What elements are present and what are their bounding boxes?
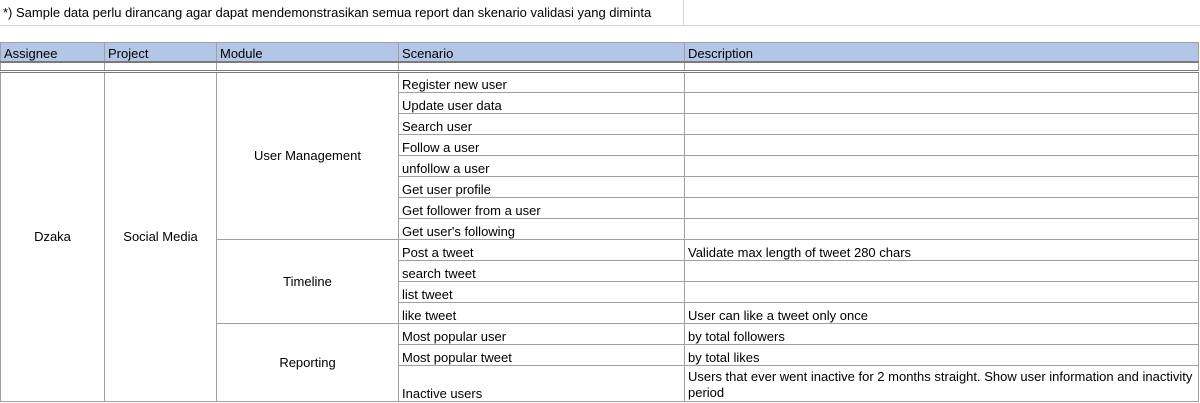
scenario-cell[interactable]: like tweet: [398, 302, 685, 324]
description-cell[interactable]: [684, 113, 1199, 135]
header-scenario[interactable]: Scenario: [398, 42, 685, 63]
sample-data-note[interactable]: *) Sample data perlu dirancang agar dapa…: [0, 0, 684, 25]
description-cell[interactable]: by total followers: [684, 323, 1199, 345]
module-cell-reporting[interactable]: Reporting: [216, 323, 399, 402]
header-module[interactable]: Module: [216, 42, 399, 63]
scenario-cell[interactable]: unfollow a user: [398, 155, 685, 177]
table-row: Dzaka Social Media User Management Regis…: [0, 71, 1199, 402]
scenario-cell[interactable]: Post a tweet: [398, 239, 685, 261]
header-row: Assignee Project Module Scenario Descrip…: [0, 42, 1199, 63]
description-cell[interactable]: [684, 155, 1199, 177]
scenario-cell[interactable]: search tweet: [398, 260, 685, 282]
description-cell[interactable]: [684, 281, 1199, 303]
scenario-cell[interactable]: Most popular tweet: [398, 344, 685, 366]
description-cell[interactable]: [684, 134, 1199, 156]
row-divider: [0, 25, 1200, 26]
description-cell[interactable]: [684, 218, 1199, 240]
scenario-cell[interactable]: Update user data: [398, 92, 685, 114]
scenario-cell[interactable]: Get user profile: [398, 176, 685, 198]
description-cell[interactable]: Validate max length of tweet 280 chars: [684, 239, 1199, 261]
description-cell[interactable]: [684, 71, 1199, 93]
spacer-row: [0, 61, 1199, 73]
description-cell[interactable]: Users that ever went inactive for 2 mont…: [684, 365, 1199, 402]
header-assignee[interactable]: Assignee: [0, 42, 105, 63]
description-cell[interactable]: [684, 176, 1199, 198]
assignee-cell[interactable]: Dzaka: [0, 71, 105, 402]
empty-cell[interactable]: [684, 61, 1199, 73]
module-cell-user-management[interactable]: User Management: [216, 71, 399, 240]
module-cell-timeline[interactable]: Timeline: [216, 239, 399, 324]
scenario-cell[interactable]: Search user: [398, 113, 685, 135]
empty-cell[interactable]: [104, 61, 217, 73]
empty-cell[interactable]: [398, 61, 685, 73]
header-project[interactable]: Project: [104, 42, 217, 63]
scenario-cell[interactable]: Register new user: [398, 71, 685, 93]
scenario-table: Assignee Project Module Scenario Descrip…: [0, 42, 1199, 402]
scenario-cell[interactable]: list tweet: [398, 281, 685, 303]
description-cell[interactable]: [684, 197, 1199, 219]
description-cell[interactable]: [684, 92, 1199, 114]
description-cell[interactable]: by total likes: [684, 344, 1199, 366]
project-cell[interactable]: Social Media: [104, 71, 217, 402]
description-cell[interactable]: [684, 260, 1199, 282]
empty-cell[interactable]: [0, 61, 105, 73]
scenario-cell[interactable]: Follow a user: [398, 134, 685, 156]
scenario-cell[interactable]: Get user's following: [398, 218, 685, 240]
description-cell[interactable]: User can like a tweet only once: [684, 302, 1199, 324]
header-description[interactable]: Description: [684, 42, 1199, 63]
scenario-cell[interactable]: Most popular user: [398, 323, 685, 345]
empty-cell[interactable]: [216, 61, 399, 73]
scenario-cell[interactable]: Inactive users: [398, 365, 685, 402]
scenario-cell[interactable]: Get follower from a user: [398, 197, 685, 219]
